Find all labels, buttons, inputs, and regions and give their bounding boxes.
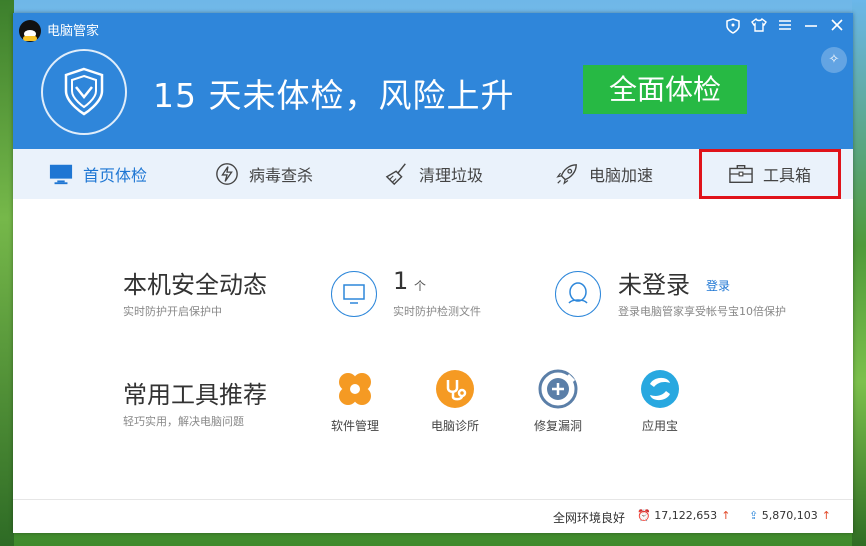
monitor-icon [49, 162, 73, 186]
app-window: 电脑管家 ✧ 15 天未体检，风险上升 全面体检 首页体检 病毒查杀 清理垃圾 … [13, 13, 853, 533]
main-content: 本机安全动态 实时防护开启保护中 1 个 实时防护检测文件 未登录 登录 登录电… [13, 199, 853, 499]
stat-defended: ⏰ 17,122,653 ↑ [637, 509, 730, 522]
titlebar: 电脑管家 [13, 13, 853, 43]
broom-icon [385, 162, 409, 186]
shield-icon[interactable] [725, 18, 741, 36]
monitor-icon [331, 271, 377, 317]
tool-label: 应用宝 [641, 419, 678, 433]
arrow-up-icon: ↑ [821, 509, 831, 522]
tab-label: 清理垃圾 [419, 166, 484, 185]
lightning-icon [215, 162, 239, 186]
minimize-icon[interactable] [803, 18, 819, 36]
security-title: 本机安全动态 [123, 271, 267, 299]
shirt-icon[interactable] [751, 17, 767, 36]
header-banner: 电脑管家 ✧ 15 天未体检，风险上升 全面体检 [13, 13, 853, 149]
tab-label: 病毒查杀 [249, 166, 314, 185]
tab-speedup[interactable]: 电脑加速 [555, 149, 653, 199]
app-title: 电脑管家 [47, 24, 100, 39]
tool-label: 软件管理 [330, 419, 379, 433]
alarm-icon: ⏰ [637, 509, 651, 522]
rocket-icon [555, 162, 579, 186]
login-status: 未登录 [618, 271, 690, 299]
account-icon [555, 271, 601, 317]
checkup-status-text: 15 天未体检，风险上升 [153, 76, 515, 115]
tools-subtitle: 轻巧实用，解决电脑问题 [123, 415, 244, 428]
stat-value: 17,122,653 [654, 509, 718, 522]
files-label: 实时防护检测文件 [393, 305, 481, 318]
clover-icon [335, 369, 375, 409]
tool-label: 修复漏洞 [533, 419, 582, 433]
sparkle-icon[interactable]: ✧ [821, 47, 847, 73]
close-icon[interactable] [829, 18, 845, 36]
stethoscope-icon [435, 369, 475, 409]
stat-value: 5,870,103 [761, 509, 818, 522]
tool-pc-clinic[interactable]: 电脑诊所 [415, 369, 495, 434]
desktop-background-right [852, 0, 866, 546]
stat-protected: ⇪ 5,870,103 ↑ [749, 509, 831, 522]
full-scan-button[interactable]: 全面体检 [583, 65, 747, 114]
tab-home-checkup[interactable]: 首页体检 [49, 149, 147, 199]
tool-software-manager[interactable]: 软件管理 [315, 369, 395, 434]
status-bar: 全网环境良好 ⏰ 17,122,653 ↑ ⇪ 5,870,103 ↑ [13, 499, 853, 533]
tab-label: 首页体检 [83, 166, 148, 185]
tool-app-store[interactable]: 应用宝 [620, 369, 700, 434]
arrow-up-icon: ↑ [721, 509, 731, 522]
tab-label: 电脑加速 [589, 166, 654, 185]
tab-clean-junk[interactable]: 清理垃圾 [385, 149, 483, 199]
login-hint: 登录电脑管家享受帐号宝10倍保护 [618, 305, 786, 318]
tab-virus-scan[interactable]: 病毒查杀 [215, 149, 313, 199]
security-subtitle: 实时防护开启保护中 [123, 305, 222, 318]
appstore-icon [640, 369, 680, 409]
qq-penguin-logo [19, 20, 41, 42]
login-link[interactable]: 登录 [706, 277, 730, 294]
tool-label: 电脑诊所 [430, 419, 479, 433]
repair-icon [538, 369, 578, 409]
tool-fix-vulnerability[interactable]: 修复漏洞 [518, 369, 598, 434]
ladder-icon: ⇪ [749, 509, 759, 522]
desktop-background-left [0, 0, 14, 546]
tools-title: 常用工具推荐 [123, 381, 267, 409]
toolbox-highlight-annotation [699, 149, 841, 199]
security-shield-icon [41, 49, 127, 135]
protected-files-count: 1 [393, 267, 409, 295]
network-status: 全网环境良好 [553, 511, 626, 525]
menu-icon[interactable] [777, 18, 793, 36]
files-unit: 个 [414, 279, 427, 293]
